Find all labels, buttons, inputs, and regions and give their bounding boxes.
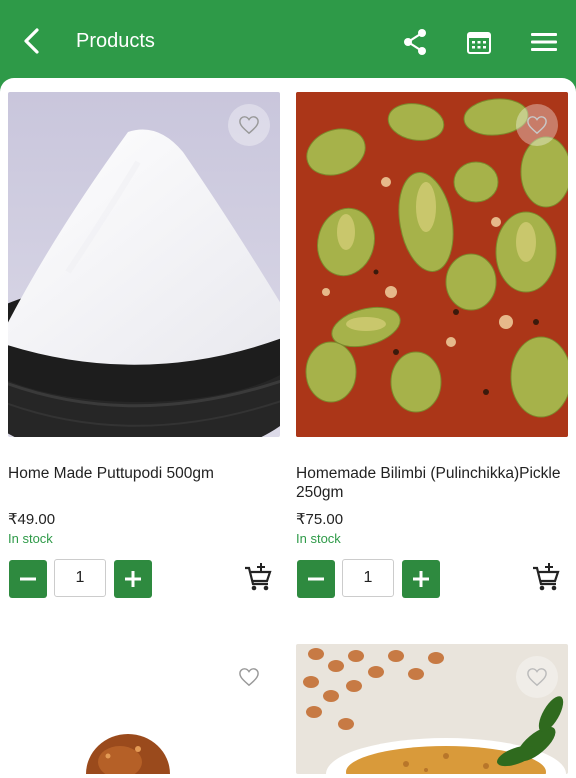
increase-quantity-button[interactable] bbox=[402, 560, 440, 598]
heart-icon bbox=[239, 116, 259, 135]
product-price: ₹49.00 bbox=[8, 511, 56, 528]
product-image[interactable] bbox=[8, 92, 280, 437]
minus-icon bbox=[20, 577, 36, 581]
page-title: Products bbox=[76, 30, 155, 52]
favorite-button[interactable] bbox=[228, 104, 270, 146]
back-arrow-icon[interactable] bbox=[18, 26, 46, 56]
plus-icon bbox=[413, 571, 429, 587]
stock-status: In stock bbox=[296, 531, 341, 546]
favorite-button[interactable] bbox=[516, 656, 558, 698]
add-to-cart-icon[interactable] bbox=[244, 562, 272, 592]
quantity-field[interactable]: 1 bbox=[342, 559, 394, 597]
calendar-icon[interactable] bbox=[466, 29, 492, 55]
heart-icon bbox=[239, 668, 259, 687]
product-price: ₹75.00 bbox=[296, 511, 344, 528]
product-name[interactable]: Homemade Bilimbi (Pulinchikka)Pickle 250… bbox=[296, 464, 568, 502]
product-image[interactable] bbox=[296, 92, 568, 437]
favorite-button[interactable] bbox=[228, 656, 270, 698]
app-bar: Products bbox=[0, 0, 576, 82]
heart-icon bbox=[527, 668, 547, 687]
decrease-quantity-button[interactable] bbox=[297, 560, 335, 598]
share-icon[interactable] bbox=[402, 28, 428, 56]
product-list: Home Made Puttupodi 500gm ₹49.00 In stoc… bbox=[0, 78, 576, 778]
plus-icon bbox=[125, 571, 141, 587]
heart-icon bbox=[527, 116, 547, 135]
product-image[interactable] bbox=[8, 644, 280, 774]
favorite-button[interactable] bbox=[516, 104, 558, 146]
quantity-field[interactable]: 1 bbox=[54, 559, 106, 597]
increase-quantity-button[interactable] bbox=[114, 560, 152, 598]
decrease-quantity-button[interactable] bbox=[9, 560, 47, 598]
product-name[interactable]: Home Made Puttupodi 500gm bbox=[8, 464, 280, 483]
product-image[interactable] bbox=[296, 644, 568, 774]
add-to-cart-icon[interactable] bbox=[532, 562, 560, 592]
minus-icon bbox=[308, 577, 324, 581]
stock-status: In stock bbox=[8, 531, 53, 546]
menu-icon[interactable] bbox=[530, 30, 558, 54]
